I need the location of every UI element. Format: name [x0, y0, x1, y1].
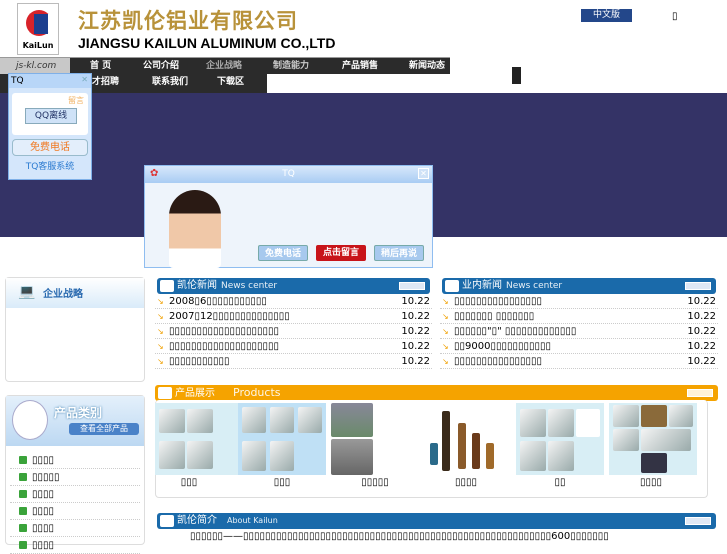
strategy-box: 💻 企业战略 [5, 277, 145, 382]
leave-message-link[interactable]: 留言 [68, 95, 84, 106]
category-item[interactable]: ▯▯▯▯ [10, 486, 140, 503]
view-all-products-button[interactable]: 查看全部产品 [69, 423, 139, 435]
industry-news-header: 业内新闻 News center [442, 278, 716, 294]
close-icon[interactable]: ✕ [418, 168, 429, 179]
nav-sales[interactable]: 产品销售 [342, 58, 378, 75]
later-button[interactable]: 稍后再说 [374, 245, 424, 261]
language-button[interactable]: 中文版 [581, 9, 632, 22]
nav-download[interactable]: 下载区 [217, 74, 244, 91]
strategy-title[interactable]: 企业战略 [43, 285, 83, 300]
product-image[interactable] [422, 403, 510, 475]
section-title: 凯伦新闻 [177, 280, 217, 291]
category-item[interactable]: ▯▯▯▯ [10, 520, 140, 537]
nav-strategy[interactable]: 企业战略 [206, 58, 242, 75]
about-text: ▯▯▯▯▯▯——▯▯▯▯▯▯▯▯▯▯▯▯▯▯▯▯▯▯▯▯▯▯▯▯▯▯▯▯▯▯▯▯… [190, 531, 609, 542]
product-image[interactable] [609, 403, 697, 475]
category-box: 产品类别 查看全部产品 ▯▯▯▯ ▯▯▯▯▯ ▯▯▯▯ ▯▯▯▯ ▯▯▯▯ ▯▯… [5, 395, 145, 554]
product-image[interactable] [516, 403, 604, 475]
tq-popup: TQ ✿ ✕ 免费电话 点击留言 稍后再说 [144, 165, 433, 268]
section-title: 凯伦简介 [177, 515, 217, 526]
section-subtitle: About Kailun [227, 516, 278, 525]
product-label[interactable]: ▯▯▯ [238, 477, 326, 488]
kailun-news-header: 凯伦新闻 News center [157, 278, 430, 294]
news-item[interactable]: 2008▯6▯▯▯▯▯▯▯▯▯▯▯10.22 [155, 294, 432, 309]
product-image[interactable] [238, 403, 326, 475]
free-call-button[interactable]: 免费电话 [12, 139, 88, 156]
tq-widget-title: TQ [9, 74, 91, 88]
black-block [512, 67, 521, 84]
support-agent-image [169, 190, 221, 268]
kailun-news-list: 2008▯6▯▯▯▯▯▯▯▯▯▯▯10.22 2007▯12▯▯▯▯▯▯▯▯▯▯… [155, 294, 432, 369]
book-icon [158, 387, 172, 399]
news-item[interactable]: ▯▯9000▯▯▯▯▯▯▯▯▯▯▯10.22 [440, 339, 718, 354]
tq-logo-icon: ✿ [150, 168, 159, 179]
computer-icon [12, 400, 48, 440]
industry-news-list: ▯▯▯▯▯▯▯▯▯▯▯▯▯▯▯▯10.22 ▯▯▯▯▯▯▯ ▯▯▯▯▯▯▯10.… [440, 294, 718, 369]
news-item[interactable]: ▯▯▯▯▯▯▯▯▯▯▯▯▯▯▯▯10.22 [440, 294, 718, 309]
main-nav-row1: js-kl.com 首 页 公司介绍 企业战略 制造能力 产品销售 新闻动态 [0, 57, 450, 75]
category-item[interactable]: ▯▯▯▯▯ [10, 469, 140, 486]
news-item[interactable]: 2007▯12▯▯▯▯▯▯▯▯▯▯▯▯▯▯10.22 [155, 309, 432, 324]
products-header: 产品展示 Products [155, 385, 718, 401]
more-button[interactable] [685, 282, 711, 290]
section-title: 业内新闻 [462, 280, 502, 291]
nav-about[interactable]: 公司介绍 [143, 58, 179, 75]
company-name-en: JIANGSU KAILUN ALUMINUM CO.,LTD [78, 35, 336, 51]
company-logo[interactable]: KaiLun [17, 3, 59, 55]
product-image[interactable] [331, 403, 419, 475]
news-item[interactable]: ▯▯▯▯▯▯▯▯▯▯▯10.22 [155, 354, 432, 369]
product-label[interactable]: ▯▯ [516, 477, 604, 488]
section-subtitle: News center [221, 281, 278, 291]
nav-news[interactable]: 新闻动态 [409, 58, 445, 75]
qq-offline-button[interactable]: QQ离线 [25, 108, 77, 124]
news-item[interactable]: ▯▯▯▯▯▯"▯" ▯▯▯▯▯▯▯▯▯▯▯▯▯10.22 [440, 324, 718, 339]
book-icon [160, 515, 174, 527]
category-item[interactable]: ▯▯▯▯ [10, 503, 140, 520]
laptop-icon: 💻 [18, 284, 36, 300]
product-image[interactable] [155, 403, 243, 475]
category-title: 产品类别 [54, 406, 103, 420]
more-button[interactable] [399, 282, 425, 290]
news-item[interactable]: ▯▯▯▯▯▯▯▯▯▯▯▯▯▯▯▯▯▯▯▯10.22 [155, 339, 432, 354]
free-call-button[interactable]: 免费电话 [258, 245, 308, 261]
product-label[interactable]: ▯▯▯▯▯ [331, 477, 419, 488]
close-icon[interactable]: ✕ [81, 75, 88, 84]
book-icon [160, 280, 174, 292]
category-item[interactable]: ▯▯▯▯ [10, 537, 140, 554]
tq-popup-title: TQ [145, 166, 432, 183]
news-item[interactable]: ▯▯▯▯▯▯▯ ▯▯▯▯▯▯▯10.22 [440, 309, 718, 324]
tq-footer: TQ客服系统 [25, 162, 75, 172]
more-button[interactable] [685, 517, 711, 525]
nav-jobs[interactable]: 才招聘 [92, 74, 119, 91]
product-label[interactable]: ▯▯▯▯ [607, 477, 695, 488]
product-label[interactable]: ▯▯▯ [145, 477, 233, 488]
tq-widget: TQ ✕ 留言 QQ离线 免费电话 TQ客服系统 [8, 73, 92, 180]
section-title: 产品展示 [175, 388, 215, 399]
company-name-cn: 江苏凯伦铝业有限公司 [78, 8, 298, 33]
nav-manufacturing[interactable]: 制造能力 [273, 58, 309, 75]
news-item[interactable]: ▯▯▯▯▯▯▯▯▯▯▯▯▯▯▯▯10.22 [440, 354, 718, 369]
book-icon [445, 280, 459, 292]
product-label[interactable]: ▯▯▯▯ [422, 477, 510, 488]
news-item[interactable]: ▯▯▯▯▯▯▯▯▯▯▯▯▯▯▯▯▯▯▯▯10.22 [155, 324, 432, 339]
about-header: 凯伦简介 About Kailun [157, 513, 716, 529]
section-subtitle: Products [233, 386, 281, 399]
nav-home[interactable]: 首 页 [90, 58, 111, 75]
tofu-glyph: ▯ [672, 11, 678, 22]
more-button[interactable] [687, 389, 713, 397]
category-item[interactable]: ▯▯▯▯ [10, 452, 140, 469]
section-subtitle: News center [506, 281, 563, 291]
leave-message-button[interactable]: 点击留言 [316, 245, 366, 261]
nav-contact[interactable]: 联系我们 [152, 74, 188, 91]
